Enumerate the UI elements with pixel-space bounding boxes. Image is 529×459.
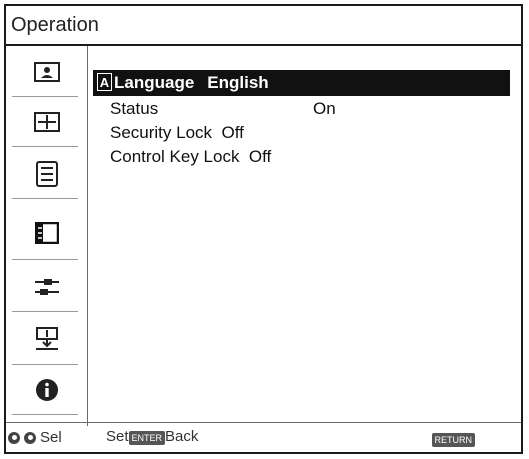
- footer-set-text: Set: [106, 428, 129, 445]
- sidebar-item-connection[interactable]: [6, 263, 87, 310]
- category-sidebar: [6, 46, 88, 426]
- footer-hint-bar: Sel Set ENTER Back RETURN: [6, 422, 521, 452]
- sidebar-divider: [12, 311, 78, 312]
- installation-icon: [35, 326, 58, 350]
- sidebar-item-function[interactable]: [6, 209, 87, 256]
- sidebar-divider: [12, 198, 78, 199]
- function-icon: [34, 221, 59, 244]
- menu-item-value: English: [207, 73, 269, 92]
- page-title: Operation: [11, 14, 99, 36]
- sidebar-divider: [12, 96, 78, 97]
- menu-item-status[interactable]: Status On: [110, 97, 336, 121]
- enter-key-icon: ENTER: [128, 431, 166, 445]
- footer-select-hint: Sel: [8, 429, 62, 446]
- sidebar-item-screen[interactable]: [6, 98, 87, 145]
- sidebar-divider: [12, 414, 78, 415]
- sidebar-item-information[interactable]: [6, 366, 87, 413]
- title-bar: Operation: [6, 6, 521, 46]
- footer-set-back-hint: Set ENTER Back: [106, 428, 198, 445]
- information-icon: [35, 378, 58, 401]
- sidebar-divider: [12, 364, 78, 365]
- menu-item-control-key-lock[interactable]: Control Key Lock Off: [110, 145, 271, 169]
- menu-item-security-lock[interactable]: Security Lock Off: [110, 121, 244, 145]
- footer-back-text: Back: [165, 428, 199, 445]
- menu-item-label: Language: [114, 73, 195, 92]
- sidebar-divider: [12, 146, 78, 147]
- menu-item-value: Off: [221, 123, 244, 142]
- menu-item-value: Off: [248, 147, 272, 166]
- menu-window: Operation A Language English Status On S…: [4, 4, 523, 454]
- sidebar-item-setup[interactable]: [6, 150, 87, 197]
- menu-item-label: Control Key Lock: [110, 147, 240, 166]
- sidebar-item-installation[interactable]: [6, 315, 87, 362]
- menu-item-value: On: [313, 99, 336, 118]
- language-icon: A: [97, 73, 112, 92]
- return-key-icon: RETURN: [431, 433, 475, 447]
- connection-icon: [34, 278, 59, 295]
- footer-select-text: Sel: [40, 429, 62, 446]
- down-button-icon: [24, 431, 36, 444]
- setup-icon: [35, 160, 58, 187]
- sidebar-divider: [12, 259, 78, 260]
- sidebar-item-picture[interactable]: [6, 48, 87, 95]
- menu-item-label: Security Lock: [110, 123, 213, 142]
- picture-icon: [33, 61, 60, 82]
- menu-content: A Language English Status On Security Lock…: [88, 46, 521, 426]
- footer-return-hint: RETURN: [431, 430, 475, 447]
- menu-item-language[interactable]: A Language English: [93, 70, 510, 96]
- menu-item-label: Status: [110, 99, 159, 118]
- screen-icon: [33, 111, 60, 132]
- up-button-icon: [8, 431, 20, 444]
